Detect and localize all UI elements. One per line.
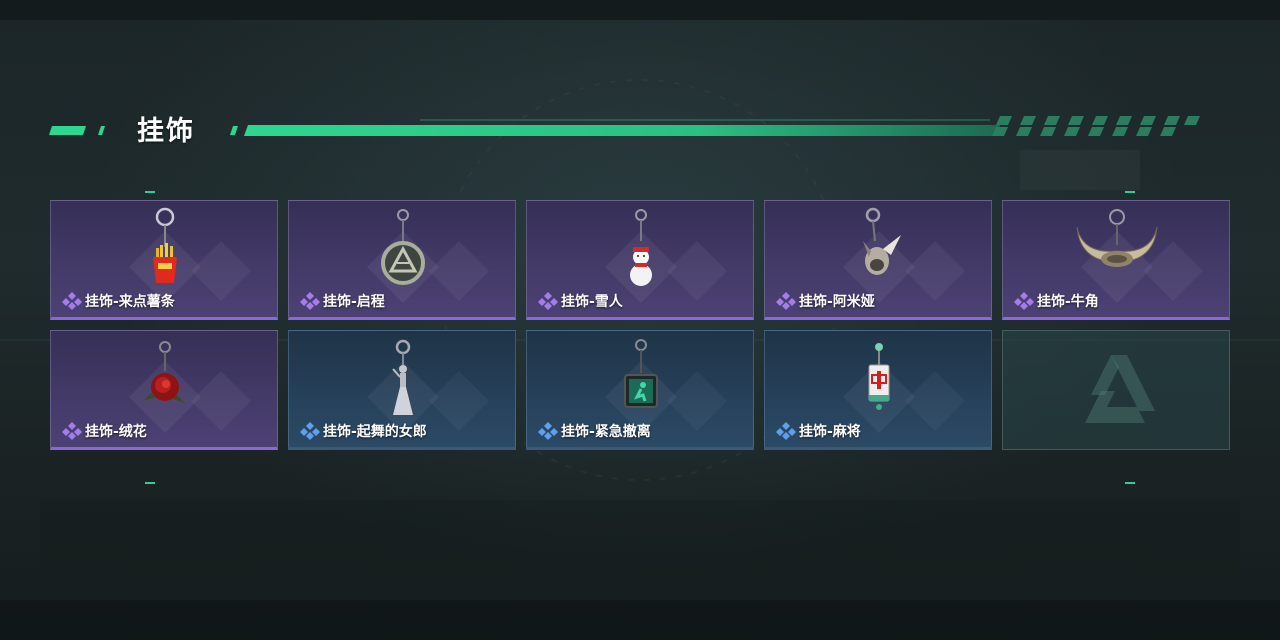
charm-name: 挂饰-起舞的女郎 — [323, 424, 427, 440]
rarity-diamond-icon — [62, 292, 82, 310]
charm-label: 挂饰-启程 — [299, 291, 385, 311]
evacuation-charm-icon — [624, 339, 658, 408]
charm-label: 挂饰-紧急撤离 — [537, 421, 651, 441]
frame-mark — [145, 482, 155, 484]
charm-name: 挂饰-绒花 — [85, 424, 147, 440]
amiya-charm-icon — [863, 207, 901, 275]
frame-mark — [145, 191, 155, 193]
charm-card[interactable]: 挂饰-阿米娅 — [764, 200, 992, 320]
horns-charm-icon — [1076, 209, 1158, 267]
rarity-diamond-icon — [538, 292, 558, 310]
page-title: 挂饰 — [137, 116, 195, 147]
charm-name: 挂饰-麻将 — [799, 424, 861, 440]
charm-label: 挂饰-麻将 — [775, 421, 861, 441]
charm-card[interactable]: 挂饰-紧急撤离 — [526, 330, 754, 450]
rarity-diamond-icon — [538, 422, 558, 440]
charm-name: 挂饰-紧急撤离 — [561, 424, 651, 440]
dancer-charm-icon — [392, 339, 413, 415]
charm-name: 挂饰-雪人 — [561, 294, 623, 310]
charm-card[interactable]: 挂饰-启程 — [288, 200, 516, 320]
charm-name: 挂饰-阿米娅 — [799, 294, 875, 310]
rarity-diamond-icon — [776, 422, 796, 440]
charm-card[interactable]: 挂饰-麻将 — [764, 330, 992, 450]
charm-card[interactable]: 挂饰-雪人 — [526, 200, 754, 320]
charm-grid: 挂饰-来点薯条 挂饰-启程 挂饰-雪人 挂饰-阿米娅 挂饰-牛角 挂饰-绒花 挂… — [50, 200, 1230, 450]
rarity-diamond-icon — [62, 422, 82, 440]
charm-card[interactable]: 挂饰-绒花 — [50, 330, 278, 450]
charm-label: 挂饰-阿米娅 — [775, 291, 875, 311]
medallion-charm-icon — [381, 209, 425, 285]
charm-label: 挂饰-绒花 — [61, 421, 147, 441]
rarity-diamond-icon — [1014, 292, 1034, 310]
frame-mark — [1125, 191, 1135, 193]
rose-charm-icon — [143, 341, 185, 403]
rarity-diamond-icon — [776, 292, 796, 310]
section-header: 挂饰 — [0, 108, 1280, 152]
mahjong-charm-icon — [868, 343, 890, 410]
frame-mark — [1125, 482, 1135, 484]
charm-card[interactable]: 挂饰-起舞的女郎 — [288, 330, 516, 450]
charm-label: 挂饰-起舞的女郎 — [299, 421, 427, 441]
rarity-diamond-icon — [300, 292, 320, 310]
charm-collection-screen: 挂饰 挂饰-来点薯条 挂饰-启程 挂饰-雪人 挂饰-阿米娅 挂饰-牛角 挂饰-绒… — [0, 0, 1280, 640]
fries-charm-icon — [153, 207, 177, 283]
charm-card[interactable]: 挂饰-牛角 — [1002, 200, 1230, 320]
charm-name: 挂饰-牛角 — [1037, 294, 1099, 310]
charm-name: 挂饰-来点薯条 — [85, 294, 175, 310]
empty-charm-slot[interactable] — [1002, 330, 1230, 450]
charm-label: 挂饰-牛角 — [1013, 291, 1099, 311]
charm-label: 挂饰-来点薯条 — [61, 291, 175, 311]
charm-name: 挂饰-启程 — [323, 294, 385, 310]
charm-card[interactable]: 挂饰-来点薯条 — [50, 200, 278, 320]
snowman-charm-icon — [630, 209, 652, 286]
charm-label: 挂饰-雪人 — [537, 291, 623, 311]
game-logo-icon — [1085, 355, 1155, 423]
rarity-diamond-icon — [300, 422, 320, 440]
